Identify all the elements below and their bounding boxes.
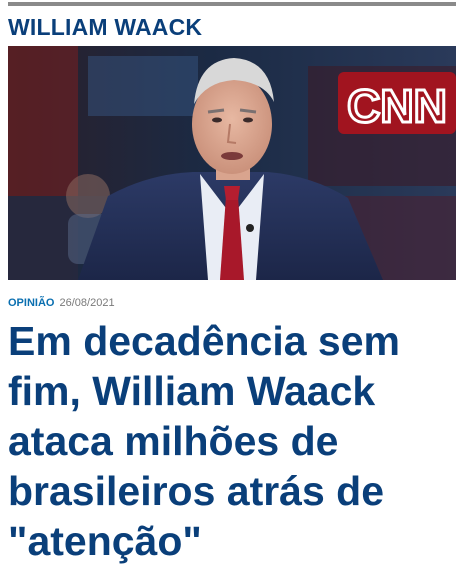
article-card: WILLIAM WAACK CNN OPINIÃO 26/08/2021 Em … [0, 0, 463, 567]
top-divider [8, 2, 456, 6]
svg-text:CNN: CNN [347, 80, 447, 132]
cnn-logo: CNN [338, 72, 456, 134]
section-title-link[interactable]: WILLIAM WAACK [8, 14, 202, 41]
article-headline-link[interactable]: Em decadência sem fim, William Waack ata… [8, 316, 456, 566]
hero-photo-illustration: CNN [8, 46, 456, 280]
publish-date: 26/08/2021 [59, 297, 115, 309]
category-link[interactable]: OPINIÃO [8, 297, 54, 309]
article-meta: OPINIÃO 26/08/2021 [8, 296, 115, 310]
hero-image[interactable]: CNN [8, 46, 456, 280]
